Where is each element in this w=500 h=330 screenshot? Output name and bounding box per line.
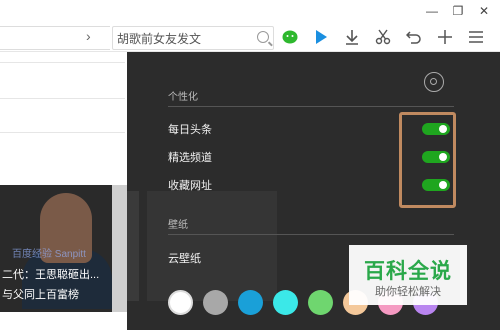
divider: [0, 62, 125, 63]
play-icon[interactable]: [311, 27, 331, 47]
page-content: 百度经验 Sanpitt 二代：王思聪砸出... 与父同上百富榜: [0, 52, 127, 330]
search-text: 胡歌前女友发文: [117, 32, 202, 46]
toggle-label-bookmarks: 收藏网址: [168, 180, 212, 192]
chevron-right-icon[interactable]: ›: [86, 28, 91, 44]
scissors-icon[interactable]: [373, 27, 393, 47]
browser-toolbar: › 胡歌前女友发文: [0, 23, 500, 52]
toggle-label-channels: 精选频道: [168, 152, 212, 164]
download-icon[interactable]: [342, 27, 362, 47]
wallpaper-title: 壁纸: [168, 220, 188, 231]
news-caption-line2: 与父同上百富榜: [2, 289, 79, 301]
swatch-green[interactable]: [308, 290, 333, 315]
close-icon[interactable]: ✕: [478, 5, 490, 17]
minimize-icon[interactable]: —: [426, 5, 438, 17]
news-image-card-2[interactable]: [112, 185, 127, 312]
plus-icon[interactable]: [435, 27, 455, 47]
toolbar-icons: [280, 27, 486, 47]
image-watermark: 百度经验 Sanpitt: [12, 249, 86, 260]
restore-icon[interactable]: ❐: [452, 5, 464, 17]
undo-icon[interactable]: [404, 27, 424, 47]
background-card: [127, 191, 139, 301]
wechat-icon[interactable]: [280, 27, 300, 47]
cloud-wallpaper-label: 云壁纸: [168, 253, 201, 265]
toggle-highlight-box: [399, 112, 456, 208]
watermark-title: 百科全说: [364, 260, 452, 283]
divider: [168, 234, 454, 235]
search-icon[interactable]: [257, 31, 269, 43]
news-image-card[interactable]: 百度经验 Sanpitt 二代：王思聪砸出... 与父同上百富榜: [0, 185, 112, 312]
menu-icon[interactable]: [466, 27, 486, 47]
search-box[interactable]: 胡歌前女友发文: [112, 26, 274, 50]
news-caption-line1: 二代：王思聪砸出...: [2, 269, 100, 281]
swatch-cyan[interactable]: [273, 290, 298, 315]
watermark-subtitle: 助你轻松解决: [375, 286, 441, 298]
toggle-label-headlines: 每日头条: [168, 124, 212, 136]
background-card: [147, 191, 277, 301]
divider: [0, 132, 125, 133]
swatch-white[interactable]: [168, 290, 193, 315]
tab-strip-area: [0, 26, 110, 50]
swatch-gray[interactable]: [203, 290, 228, 315]
swatch-blue[interactable]: [238, 290, 263, 315]
baike-watermark: 百科全说 助你轻松解决: [349, 245, 467, 305]
window-controls: — ❐ ✕: [426, 4, 490, 18]
settings-gear-icon[interactable]: [424, 72, 444, 92]
divider: [0, 98, 125, 99]
personalize-title: 个性化: [168, 92, 198, 103]
divider: [168, 106, 454, 107]
